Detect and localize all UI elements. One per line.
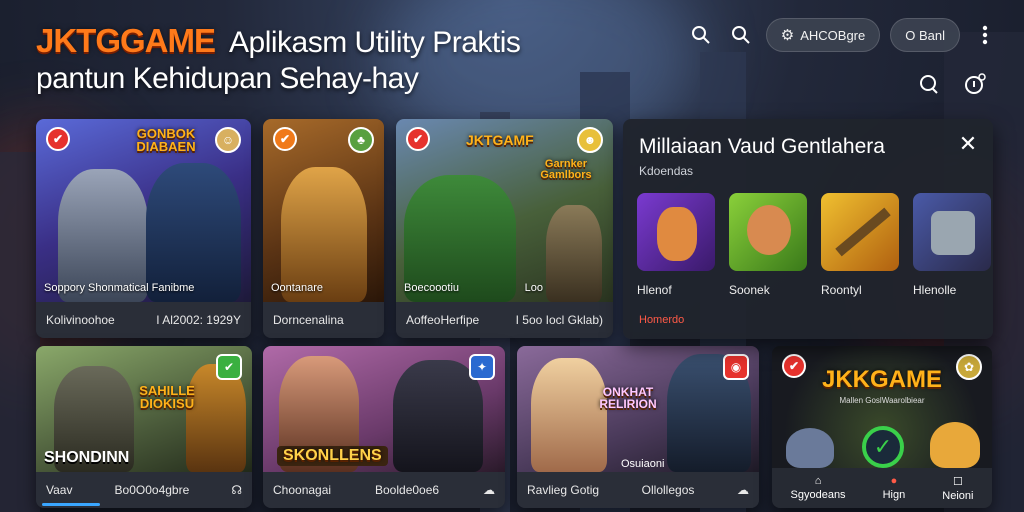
panel-item-label: Roontyl <box>821 283 862 297</box>
promo-nav: ⌂ Sgyodeans ● Hign ☐ Neioni <box>772 468 992 508</box>
card-footer: Ravlieg Gotig Ollollegos ☁ <box>517 472 759 508</box>
panel-item-label: Soonek <box>729 283 770 297</box>
search-icon[interactable] <box>686 17 716 53</box>
chat-icon[interactable] <box>914 66 944 102</box>
game-banner: SKONLLENS <box>277 446 388 466</box>
headset-icon[interactable]: ☊ <box>231 483 242 497</box>
card-footer-left[interactable]: Ravlieg Gotig <box>527 483 599 497</box>
check-icon: ✓ <box>862 426 904 468</box>
sword-thumb-icon <box>821 193 899 271</box>
card-footer-mid: Boolde0oe6 <box>375 483 440 497</box>
brand-logo[interactable]: JKTGGAME <box>36 22 216 60</box>
card-caption: Soppory Shonmatical Fanibme <box>44 282 195 294</box>
secondary-pill-label: O Banl <box>905 27 945 43</box>
card-footer: Vaav Bo0O0o4gbre ☊ <box>36 472 252 508</box>
hero-header: JKTGGAME Aplikasm Utility Praktis pantun… <box>36 22 521 96</box>
brand-badge-icon: ✿ <box>956 354 982 380</box>
game-card-2[interactable]: ✔ ♣ Oontanare Dorncenalina <box>263 119 384 338</box>
headline-line-2: pantun Kehidupan Sehay-hay <box>36 62 419 95</box>
card-caption-right: Loo <box>524 282 543 294</box>
nav-label: Neioni <box>942 489 974 502</box>
character-thumb-icon <box>729 193 807 271</box>
promo-card[interactable]: JKKGAME Mallen GoslWaarolbiear ✓ ✔ ✿ ⌂ S… <box>772 346 992 508</box>
game-logo: SAHILLE DIOKISU <box>139 383 195 411</box>
game-logo: GONBOK DIABAEN <box>136 126 196 154</box>
panel-item[interactable]: Hlenof <box>637 193 715 297</box>
card-footer-left: Dorncenalina <box>273 313 344 327</box>
dog-mascot-icon <box>930 422 980 468</box>
cloud-icon[interactable]: ☁ <box>483 483 495 497</box>
nav-label: Hign <box>882 489 906 501</box>
gamepad-icon: ⚙ <box>780 27 795 44</box>
game-banner: SHONDINN <box>44 449 130 466</box>
game-logo: JKTGAMF <box>466 132 534 148</box>
home-icon: ⌂ <box>814 475 822 487</box>
card-footer-left[interactable]: Vaav <box>46 483 72 497</box>
panel-item[interactable]: Roontyl <box>821 193 899 297</box>
game-card-1[interactable]: GONBOK DIABAEN ✔ ☺ Soppory Shonmatical F… <box>36 119 251 338</box>
card-caption: Boecoootiu <box>404 282 460 294</box>
cat-mascot-icon <box>786 428 834 468</box>
panel-item[interactable]: Soonek <box>729 193 807 297</box>
headline-line-1: Aplikasm Utility Praktis <box>229 26 521 59</box>
hot-badge-icon: ✔ <box>782 354 806 378</box>
brand-badge-icon: ✦ <box>469 354 495 380</box>
panel-link[interactable]: Homerdo <box>639 314 684 326</box>
account-pill-button[interactable]: ⚙ AHCOBgre <box>765 18 881 52</box>
card-footer-right: I 5oo Iocl Gklab) <box>515 313 603 327</box>
card-footer-mid: Ollollegos <box>641 483 695 497</box>
nav-profile[interactable]: ☐ Neioni <box>942 475 973 502</box>
secondary-toolbar <box>914 66 990 102</box>
nav-fire[interactable]: ● Hign <box>883 475 906 501</box>
game-card-5[interactable]: SKONLLENS ✦ Choonagai Boolde0oe6 ☁ <box>263 346 505 508</box>
card-footer-left: Kolivinoohoe <box>46 313 115 327</box>
close-icon[interactable]: ✕ <box>955 131 981 157</box>
hot-badge-icon: ✔ <box>46 127 70 151</box>
brand-badge-icon: ✔ <box>216 354 242 380</box>
game-logo-secondary: Garnker Gamlbors <box>540 158 592 181</box>
more-vertical-icon[interactable] <box>970 17 1000 53</box>
card-footer-left: AoffeoHerfipe <box>406 313 480 327</box>
card-footer-mid: Bo0O0o4gbre <box>114 483 190 497</box>
card-footer: AoffeoHerfipe I 5oo Iocl Gklab) <box>396 302 613 338</box>
secondary-pill-button[interactable]: O Banl <box>890 18 960 52</box>
hot-badge-icon: ✔ <box>273 127 297 151</box>
card-footer: Choonagai Boolde0oe6 ☁ <box>263 472 505 508</box>
panel-item-label: Hlenof <box>637 283 672 297</box>
fire-icon: ● <box>890 475 898 487</box>
panel-item[interactable]: Hlenolle <box>913 193 991 297</box>
game-card-6[interactable]: ONKHAT RELIRION Osuiaoni ◉ Ravlieg Gotig… <box>517 346 759 508</box>
hot-badge-icon: ✔ <box>406 127 430 151</box>
nav-home[interactable]: ⌂ Sgyodeans <box>791 475 846 501</box>
robot-thumb-icon <box>913 193 991 271</box>
avatar-badge-icon: ♣ <box>348 127 374 153</box>
top-toolbar: ⚙ AHCOBgre O Banl <box>686 17 1000 53</box>
profile-icon: ☐ <box>952 475 963 488</box>
game-card-4[interactable]: SAHILLE DIOKISU SHONDINN ✔ Vaav Bo0O0o4g… <box>36 346 252 508</box>
character-thumb-icon <box>637 193 715 271</box>
card-footer: Kolivinoohoe I Al2002: 1929Y <box>36 302 251 338</box>
game-card-3[interactable]: JKTGAMF Garnker Gamlbors ✔ ☻ Boecoootiu … <box>396 119 613 338</box>
promo-tagline: Mallen GoslWaarolbiear <box>839 396 925 405</box>
notification-icon[interactable] <box>960 66 990 102</box>
panel-item-label: Hlenolle <box>913 283 957 297</box>
cloud-icon[interactable]: ☁ <box>737 483 749 497</box>
card-footer-left[interactable]: Choonagai <box>273 483 331 497</box>
featured-panel: Millaiaan Vaud Gentlahera ✕ Kdoendas Hle… <box>623 119 993 339</box>
panel-subtitle: Kdoendas <box>639 164 694 178</box>
brand-badge-icon: ◉ <box>723 354 749 380</box>
game-logo: ONKHAT RELIRION <box>599 385 657 411</box>
panel-title: Millaiaan Vaud Gentlahera <box>639 135 885 158</box>
account-pill-label: AHCOBgre <box>800 27 866 43</box>
card-caption: Oontanare <box>271 282 323 294</box>
active-tab-indicator <box>42 503 100 506</box>
search-secondary-icon[interactable] <box>726 17 756 53</box>
avatar-badge-icon: ☺ <box>215 127 241 153</box>
card-footer-right: I Al2002: 1929Y <box>156 313 241 327</box>
card-footer: Dorncenalina <box>263 302 384 338</box>
nav-label: Sgyodeans <box>790 489 846 501</box>
avatar-badge-icon: ☻ <box>577 127 603 153</box>
card-caption: Osuiaoni <box>621 458 665 470</box>
